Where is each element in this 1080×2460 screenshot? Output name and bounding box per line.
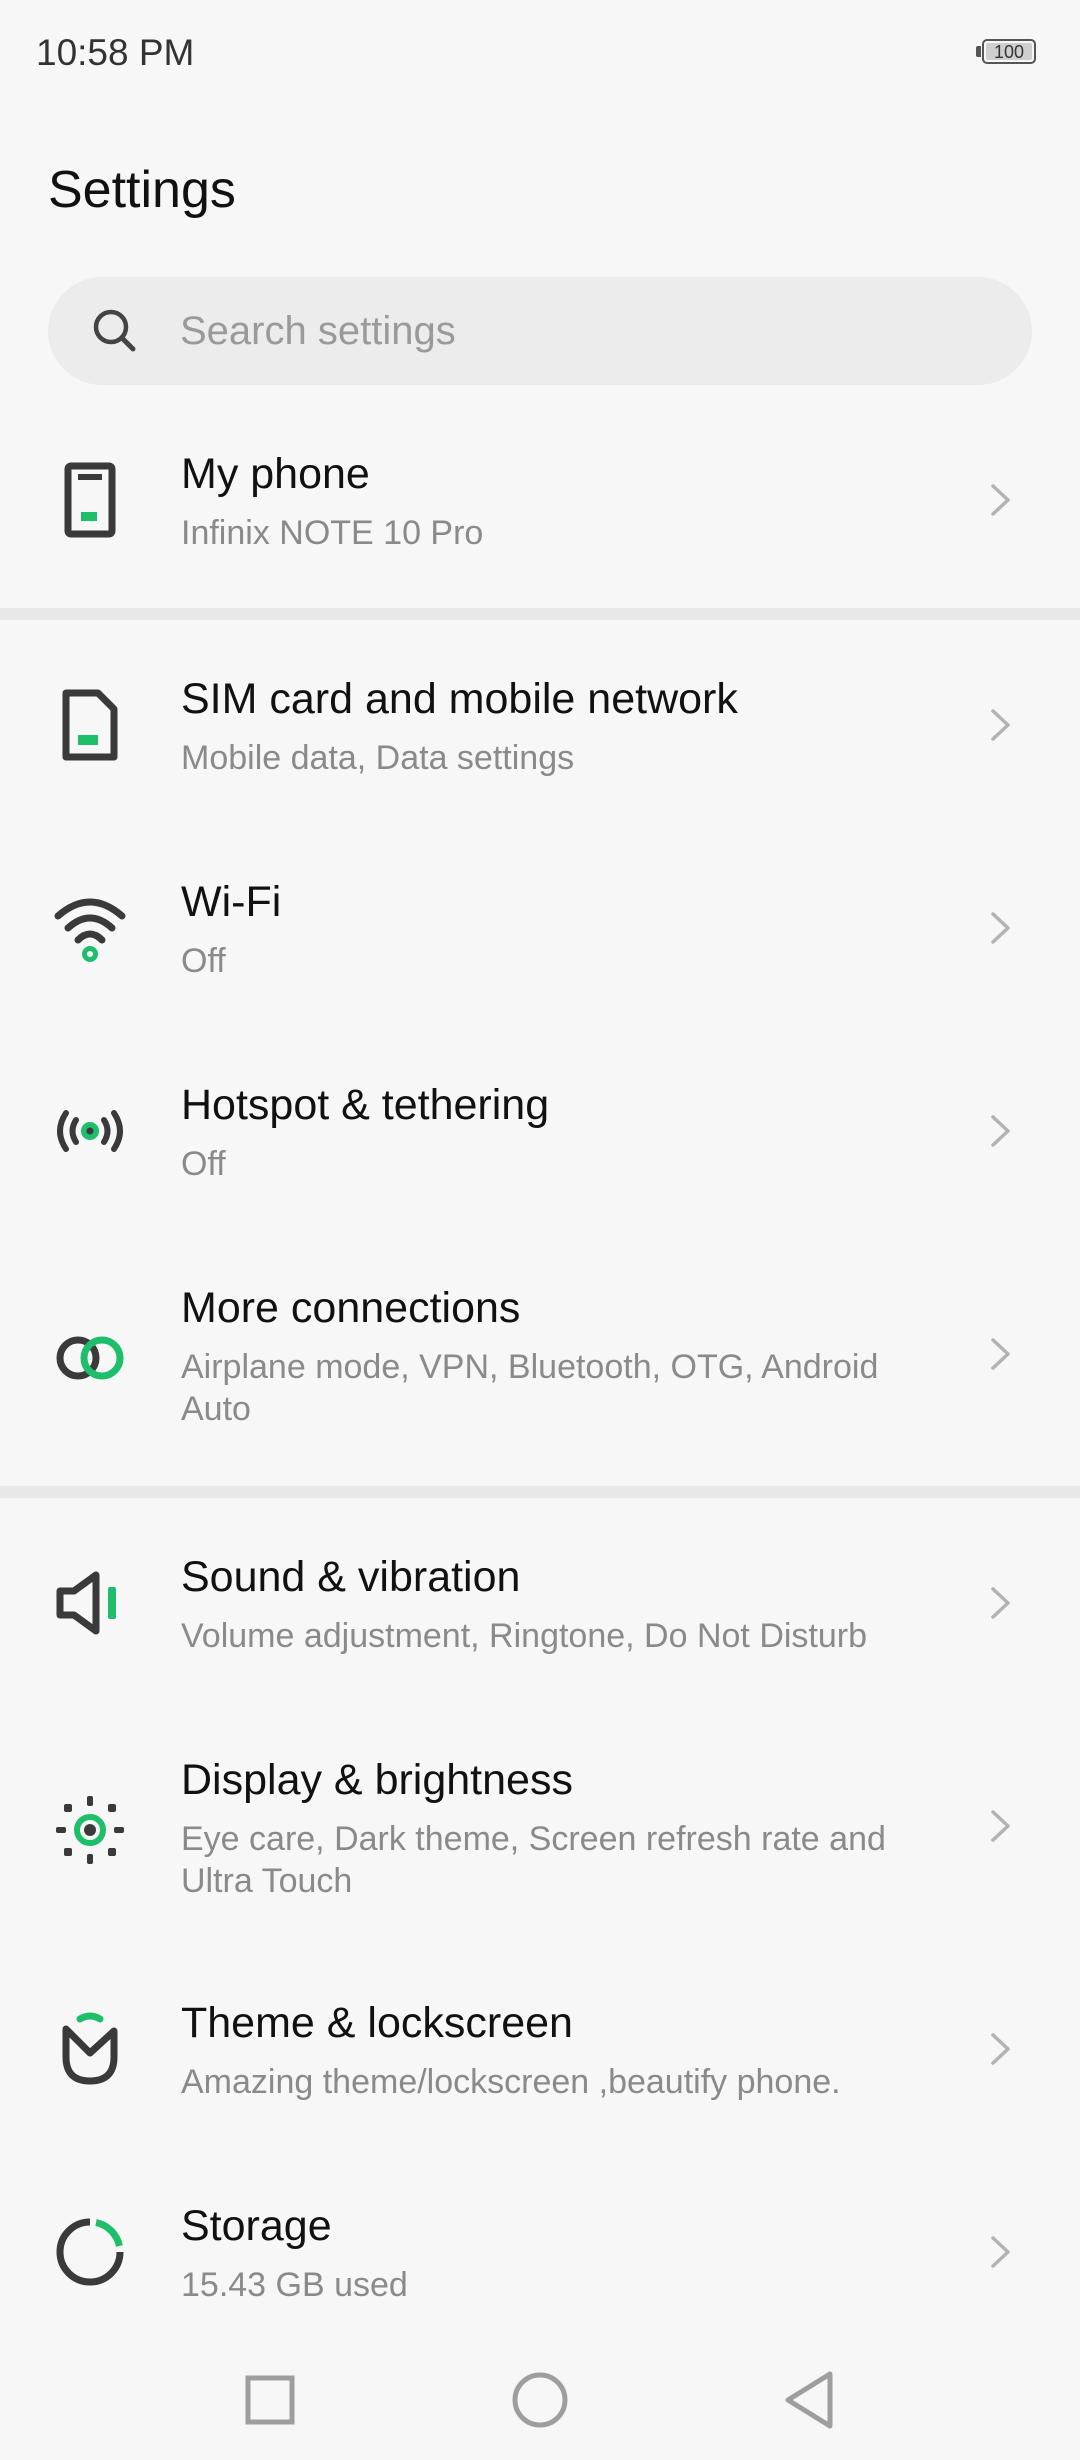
chevron-right-icon <box>991 1115 1010 1147</box>
item-subtitle: Eye care, Dark theme, Screen refresh rat… <box>181 1820 886 1900</box>
chevron-right-icon <box>991 484 1010 516</box>
phone-icon <box>64 462 116 538</box>
wifi-icon <box>54 898 126 962</box>
section-divider <box>0 608 1080 620</box>
chevron-right-icon <box>991 1587 1010 1619</box>
item-subtitle: Off <box>181 942 226 980</box>
item-title: Hotspot & tethering <box>181 1081 550 1129</box>
chevron-right-icon <box>991 1810 1010 1842</box>
item-title: Wi-Fi <box>181 878 282 926</box>
item-subtitle: Mobile data, Data settings <box>181 739 575 777</box>
link-icon <box>56 1336 124 1380</box>
status-bar: 10:58 PM 100 <box>0 0 1080 110</box>
item-title: Display & brightness <box>181 1756 573 1804</box>
settings-item-wifi[interactable]: Wi-Fi Off <box>0 828 1080 1028</box>
item-title: More connections <box>181 1284 521 1332</box>
battery-icon: 100 <box>976 39 1040 68</box>
settings-screen: 10:58 PM 100 Settings My phone Infinix N… <box>0 0 1080 2460</box>
speaker-icon <box>56 1571 116 1635</box>
item-title: My phone <box>181 450 370 498</box>
chevron-right-icon <box>991 1338 1010 1370</box>
search-input[interactable] <box>180 277 980 385</box>
settings-item-my-phone[interactable]: My phone Infinix NOTE 10 Pro <box>0 400 1080 600</box>
item-subtitle: Airplane mode, VPN, Bluetooth, OTG, Andr… <box>181 1348 879 1428</box>
settings-item-sound[interactable]: Sound & vibration Volume adjustment, Rin… <box>0 1503 1080 1703</box>
item-subtitle: Infinix NOTE 10 Pro <box>181 514 484 552</box>
chevron-right-icon <box>991 709 1010 741</box>
settings-item-theme[interactable]: Theme & lockscreen Amazing theme/lockscr… <box>0 1949 1080 2149</box>
battery-body: 100 <box>982 39 1036 64</box>
battery-level: 100 <box>993 42 1025 62</box>
page-title: Settings <box>48 161 236 219</box>
item-title: Sound & vibration <box>181 1553 521 1601</box>
navigation-bar <box>0 2340 1080 2460</box>
status-time: 10:58 PM <box>36 32 195 73</box>
chevron-right-icon <box>991 2236 1010 2268</box>
recents-square-icon[interactable] <box>230 2360 310 2440</box>
settings-item-hotspot[interactable]: Hotspot & tethering Off <box>0 1031 1080 1231</box>
storage-icon <box>56 2218 124 2286</box>
item-title: SIM card and mobile network <box>181 675 738 723</box>
item-subtitle: Volume adjustment, Ringtone, Do Not Dist… <box>181 1617 868 1655</box>
settings-item-display[interactable]: Display & brightness Eye care, Dark them… <box>0 1706 1080 1946</box>
home-circle-icon[interactable] <box>500 2360 580 2440</box>
chevron-right-icon <box>991 2033 1010 2065</box>
item-subtitle: Off <box>181 1145 226 1183</box>
chevron-right-icon <box>991 912 1010 944</box>
item-title: Storage <box>181 2202 332 2250</box>
search-icon <box>93 309 136 352</box>
back-triangle-icon[interactable] <box>770 2360 850 2440</box>
settings-item-more-connections[interactable]: More connections Airplane mode, VPN, Blu… <box>0 1234 1080 1474</box>
hotspot-icon <box>57 1110 123 1152</box>
search-bar[interactable] <box>48 277 1032 385</box>
brightness-icon <box>56 1796 124 1864</box>
item-title: Theme & lockscreen <box>181 1999 573 2047</box>
item-subtitle: Amazing theme/lockscreen ,beautify phone… <box>181 2063 841 2101</box>
battery-nub <box>976 46 981 57</box>
settings-item-sim-card[interactable]: SIM card and mobile network Mobile data,… <box>0 625 1080 825</box>
section-divider <box>0 1486 1080 1498</box>
settings-item-storage[interactable]: Storage 15.43 GB used <box>0 2152 1080 2342</box>
sim-card-icon <box>62 689 118 761</box>
theme-icon <box>62 2012 118 2085</box>
item-subtitle: 15.43 GB used <box>181 2266 408 2304</box>
